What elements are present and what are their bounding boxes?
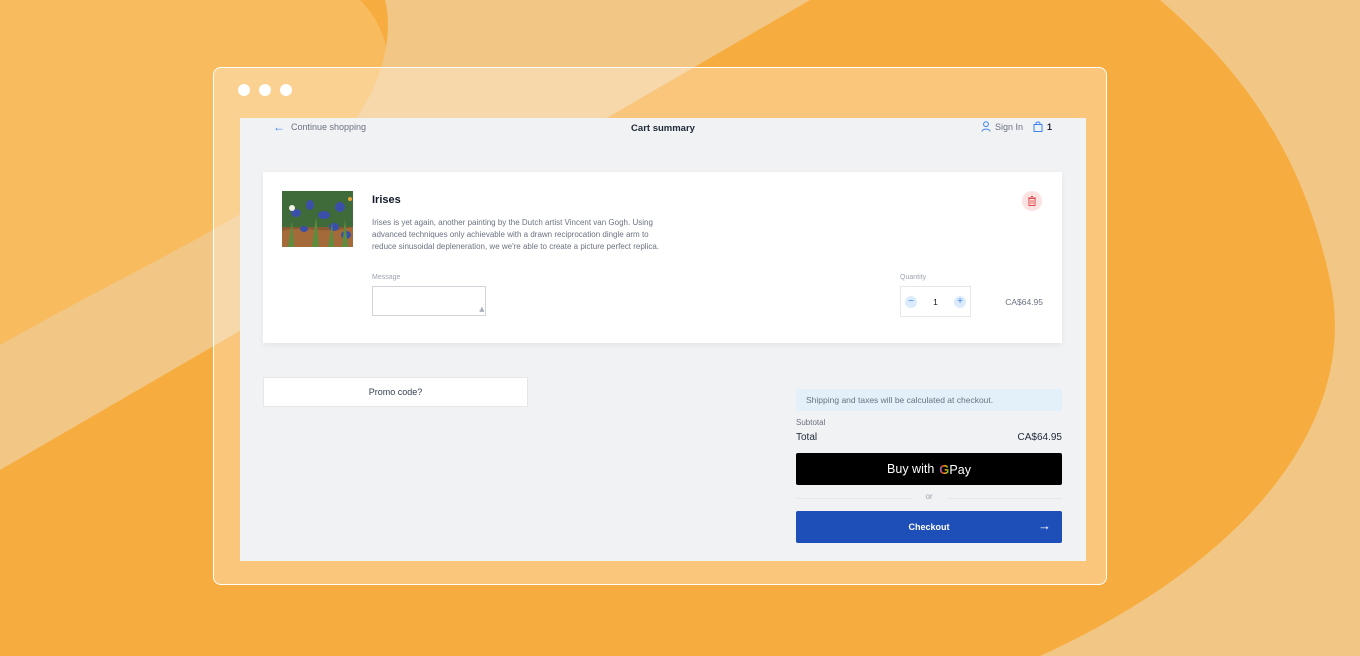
window-dot[interactable] (259, 84, 271, 96)
quantity-value: 1 (933, 296, 938, 307)
quantity-stepper: − 1 + (900, 286, 971, 317)
delete-item-button[interactable] (1022, 191, 1042, 211)
gpay-suffix: Pay (949, 462, 971, 477)
window-controls (238, 84, 292, 96)
gpay-prefix: Buy with (887, 462, 935, 476)
message-label: Message (372, 274, 401, 281)
promo-code-button[interactable]: Promo code? (263, 377, 528, 407)
user-icon (981, 121, 991, 132)
promo-code-label: Promo code? (368, 387, 423, 397)
total-label: Total (796, 432, 818, 443)
google-pay-button[interactable]: Buy with GPay (796, 453, 1062, 485)
sign-in-label: Sign In (994, 121, 1023, 132)
top-bar: ← Continue shopping Cart summary Sign In (240, 118, 1086, 140)
cart-item-card: Irises Irises is yet again, another pain… (263, 172, 1062, 343)
gpay-g-letter: G (939, 461, 950, 477)
cart-count: 1 (1046, 121, 1052, 132)
sign-in-link[interactable]: Sign In (981, 121, 1023, 132)
browser-window: ← Continue shopping Cart summary Sign In (213, 67, 1107, 585)
or-divider: or (796, 492, 1062, 504)
checkout-button[interactable]: Checkout → (796, 511, 1062, 543)
subtotal-label: Subtotal (796, 418, 826, 427)
shopping-bag-icon (1033, 121, 1043, 132)
order-summary: Shipping and taxes will be calculated at… (796, 389, 1062, 543)
message-input[interactable] (372, 286, 486, 316)
total-row: Total CA$64.95 (796, 432, 1062, 443)
or-label: or (925, 492, 933, 501)
item-price: CA$64.95 (1005, 297, 1043, 307)
decrease-quantity-button[interactable]: − (905, 295, 917, 308)
page-title: Cart summary (631, 123, 695, 134)
quantity-label: Quantity (900, 274, 927, 281)
trash-icon (1028, 196, 1036, 206)
account-nav: Sign In 1 (981, 121, 1052, 132)
increase-quantity-button[interactable]: + (953, 295, 966, 308)
cart-app: ← Continue shopping Cart summary Sign In (240, 118, 1086, 561)
arrow-right-icon: → (1038, 518, 1051, 533)
window-dot[interactable] (238, 84, 250, 96)
shipping-note: Shipping and taxes will be calculated at… (796, 389, 1062, 411)
google-g-icon: GPay (939, 462, 971, 477)
product-name: Irises (372, 194, 401, 206)
total-value: CA$64.95 (1017, 432, 1062, 443)
window-dot[interactable] (280, 84, 292, 96)
product-thumbnail[interactable] (282, 191, 353, 247)
checkout-label: Checkout (908, 522, 950, 532)
cart-link[interactable]: 1 (1033, 121, 1052, 132)
product-description: Irises is yet again, another painting by… (372, 218, 660, 251)
resize-handle-icon[interactable]: ≜ (479, 308, 485, 315)
